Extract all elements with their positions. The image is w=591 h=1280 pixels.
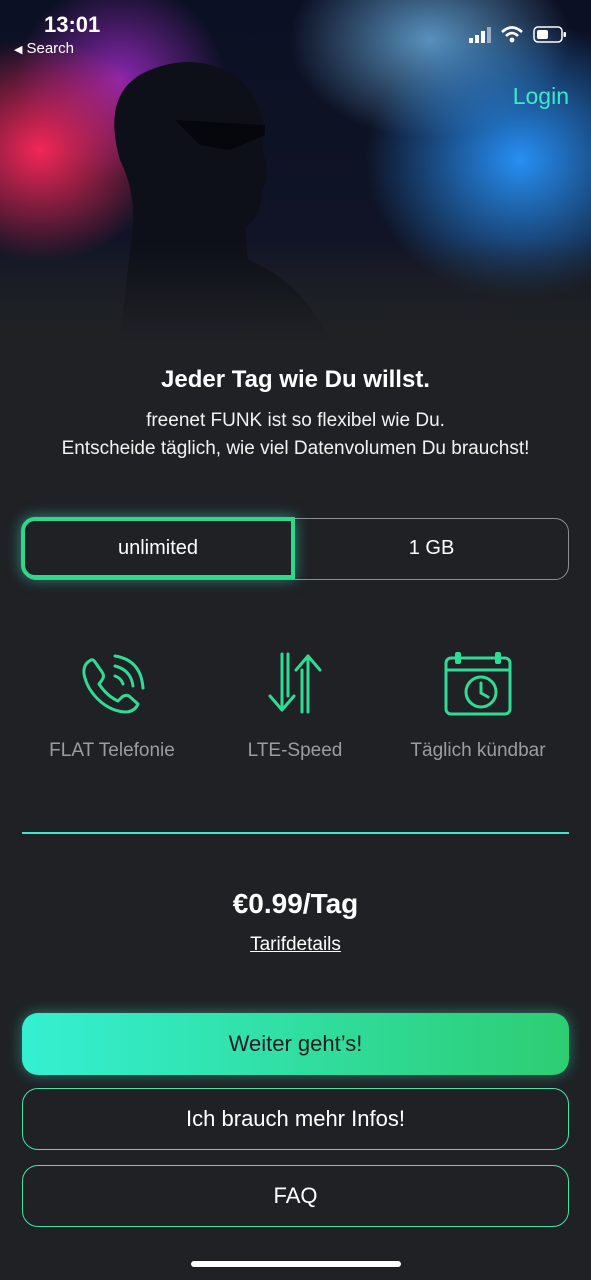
calendar-clock-icon [444, 652, 512, 716]
section-divider [22, 832, 569, 834]
home-indicator[interactable] [191, 1261, 401, 1267]
faq-button[interactable]: FAQ [22, 1165, 569, 1227]
status-icons [469, 26, 567, 43]
signal-icon [469, 26, 491, 43]
battery-icon [533, 26, 566, 43]
more-info-button[interactable]: Ich brauch mehr Infos! [22, 1088, 569, 1150]
back-label: Search [26, 40, 74, 57]
intro-text-line-2: Entscheide täglich, wie viel Datenvolume… [61, 438, 530, 459]
phone-icon [82, 654, 145, 714]
page-headline: Jeder Tag wie Du willst. [161, 366, 430, 393]
plan-selector: unlimited 1 GB [21, 517, 569, 580]
login-link[interactable]: Login [513, 83, 569, 110]
feature-label: Täglich kündbar [410, 740, 546, 761]
continue-button[interactable]: Weiter geht’s! [22, 1013, 569, 1075]
intro-text-line-1: freenet FUNK ist so flexibel wie Du. [146, 410, 445, 431]
back-triangle-icon: ◀ [14, 44, 23, 56]
feature-flat-telefonie: FLAT Telefonie [22, 650, 202, 762]
tarifdetails-link[interactable]: Tarifdetails [0, 934, 591, 956]
status-time: 13:01 [44, 12, 101, 37]
feature-label: FLAT Telefonie [49, 740, 175, 761]
plan-option-unlimited[interactable]: unlimited [21, 517, 295, 579]
data-arrows-icon [268, 652, 322, 714]
feature-label: LTE-Speed [247, 740, 343, 761]
back-to-search-link[interactable]: ◀ Search [14, 40, 74, 57]
price-per-day: €0.99/Tag [232, 888, 359, 919]
hero-fade [0, 240, 591, 340]
plan-option-1gb[interactable]: 1 GB [295, 517, 568, 579]
status-bar: 13:01 ◀ Search [0, 0, 591, 70]
feature-lte-speed: LTE-Speed [205, 650, 385, 762]
feature-taeglich-kuendbar: Täglich kündbar [388, 650, 568, 762]
wifi-icon [501, 26, 523, 43]
